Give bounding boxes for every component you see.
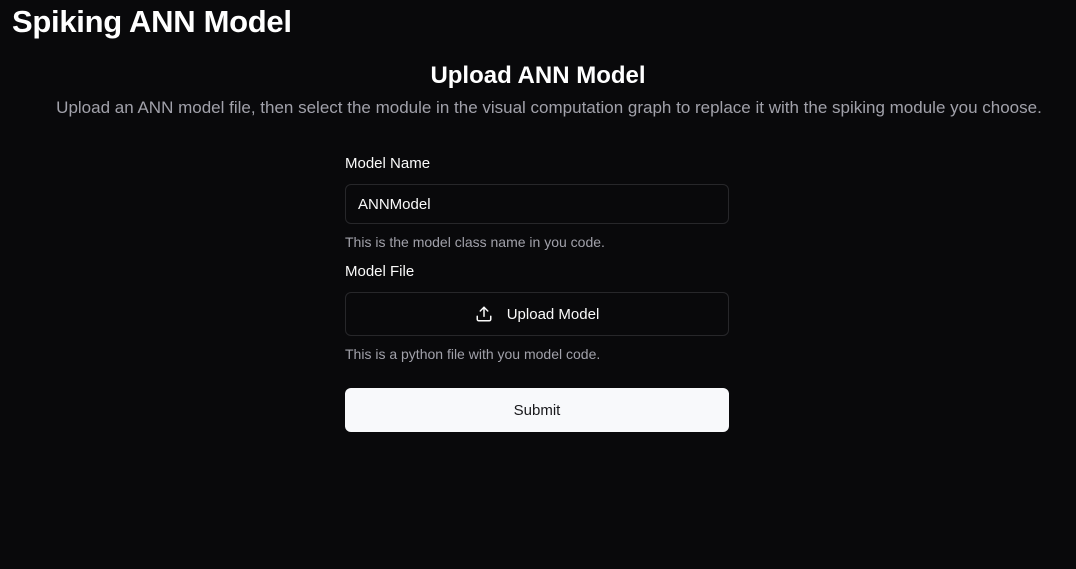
submit-button-label: Submit xyxy=(513,401,561,419)
upload-icon xyxy=(475,305,493,323)
model-name-hint: This is the model class name in you code… xyxy=(345,234,605,250)
model-file-hint: This is a python file with you model cod… xyxy=(345,346,601,362)
model-name-group: Model Name This is the model class name … xyxy=(345,152,729,252)
model-file-group: Model File Upload Model This is a python… xyxy=(345,260,729,364)
app-title: Spiking ANN Model xyxy=(12,4,292,39)
upload-model-form: Model Name This is the model class name … xyxy=(345,152,729,432)
page-title: Upload ANN Model xyxy=(430,62,646,89)
upload-model-button[interactable]: Upload Model xyxy=(345,292,729,336)
model-file-label: Model File xyxy=(345,263,415,280)
upload-model-button-label: Upload Model xyxy=(506,305,600,323)
model-name-label: Model Name xyxy=(345,155,431,172)
model-name-input[interactable] xyxy=(345,184,729,224)
page-description: Upload an ANN model file, then select th… xyxy=(56,98,1042,117)
submit-button[interactable]: Submit xyxy=(345,388,729,432)
